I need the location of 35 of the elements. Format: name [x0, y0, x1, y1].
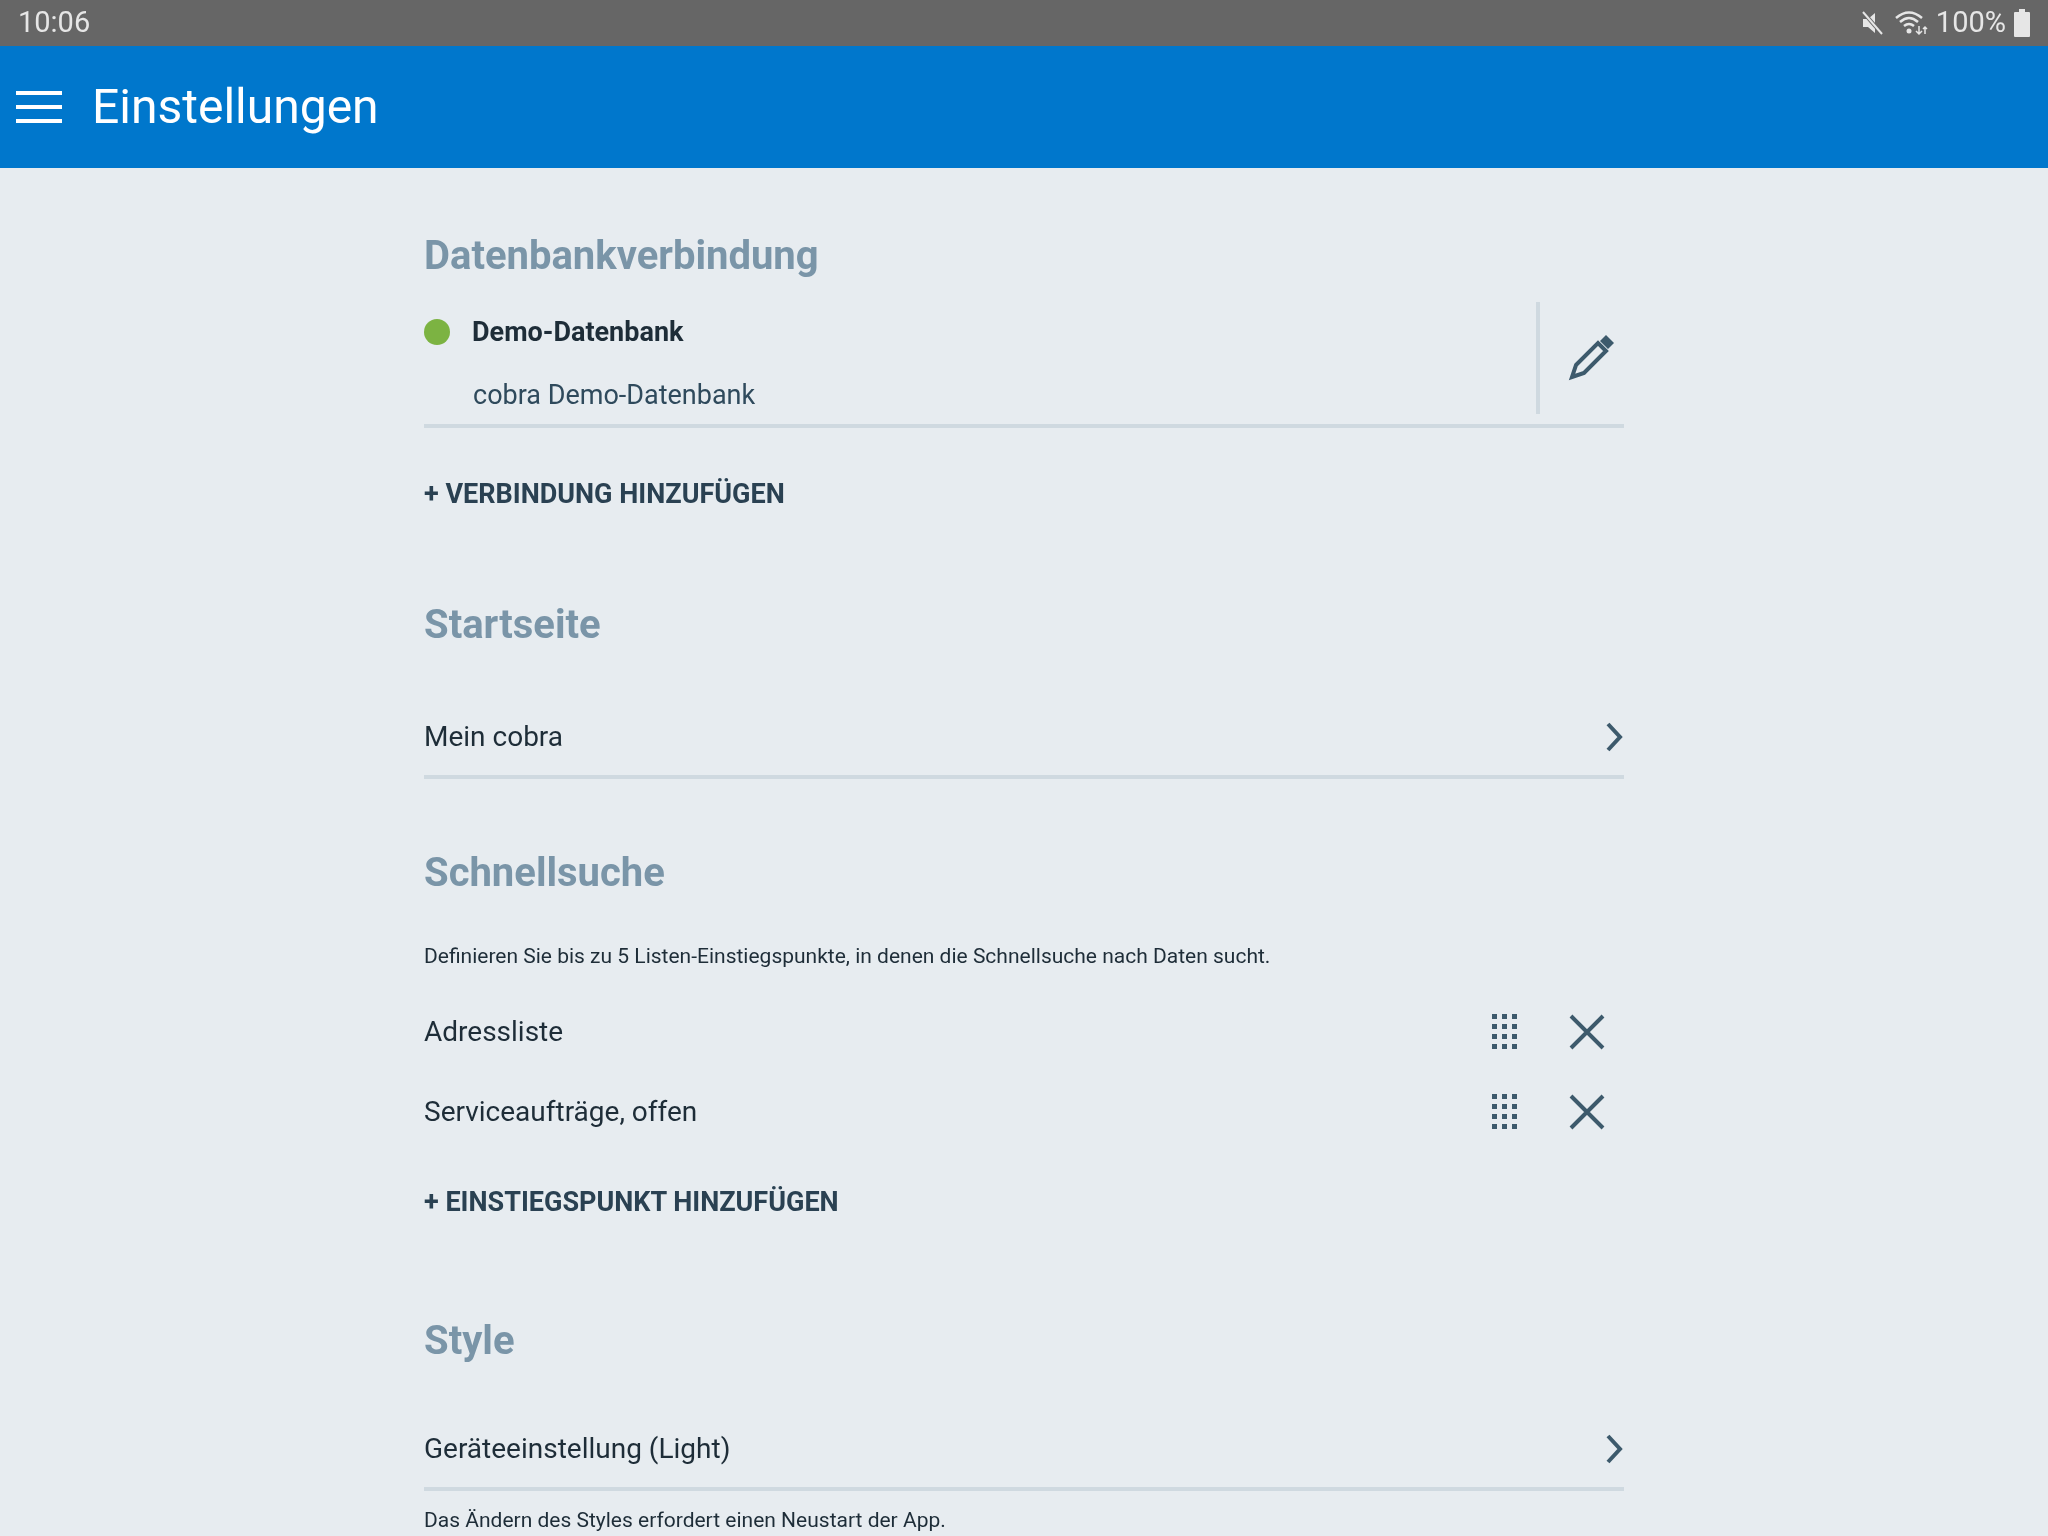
connection-name: Demo-Datenbank	[472, 315, 684, 350]
battery-icon	[2014, 8, 2030, 37]
start-page-row[interactable]: Mein cobra	[424, 698, 1624, 779]
status-time: 10:06	[18, 4, 91, 42]
style-value: Geräteeinstellung (Light)	[424, 1430, 731, 1467]
connection-item[interactable]: Demo-Datenbank cobra Demo-Datenbank	[424, 302, 1536, 424]
style-row[interactable]: Geräteeinstellung (Light)	[424, 1410, 1624, 1491]
section-heading: Startseite	[424, 600, 602, 649]
chevron-right-icon	[1604, 1432, 1624, 1465]
quick-search-entry[interactable]: Serviceaufträge, offen	[424, 1072, 1624, 1152]
chevron-right-icon	[1604, 720, 1624, 753]
app-bar-title: Einstellungen	[92, 76, 379, 137]
drag-handle-icon[interactable]	[1492, 1014, 1518, 1050]
section-heading: Style	[424, 1316, 516, 1365]
section-heading: Datenbankverbindung	[424, 232, 820, 280]
add-connection-button[interactable]: + VERBINDUNG HINZUFÜGEN	[424, 474, 785, 515]
connection-description: cobra Demo-Datenbank	[473, 377, 757, 413]
quick-search-entry[interactable]: Adressliste	[424, 992, 1624, 1072]
battery-percentage: 100%	[1935, 4, 2006, 42]
muted-speaker-icon	[1859, 8, 1886, 37]
add-entry-button[interactable]: + EINSTIEGSPUNKT HINZUFÜGEN	[424, 1182, 839, 1223]
drag-handle-icon[interactable]	[1492, 1094, 1518, 1130]
pencil-icon	[1568, 335, 1614, 381]
remove-button[interactable]	[1568, 1093, 1606, 1131]
remove-button[interactable]	[1568, 1013, 1606, 1051]
close-icon	[1568, 1093, 1606, 1131]
entry-label: Adressliste	[424, 1014, 565, 1050]
entry-label: Serviceaufträge, offen	[424, 1094, 699, 1130]
close-icon	[1568, 1013, 1606, 1051]
section-heading: Schnellsuche	[424, 848, 666, 897]
wifi-icon	[1893, 9, 1928, 36]
style-note: Das Ändern des Styles erfordert einen Neustart der App.	[424, 1506, 947, 1534]
quick-search-description: Definieren Sie bis zu 5 Listen-Einstiegspunkte, in denen die Schnellsuche nach Daten sucht.	[424, 942, 1272, 970]
start-page-value: Mein cobra	[424, 718, 564, 755]
menu-icon[interactable]	[16, 88, 62, 125]
